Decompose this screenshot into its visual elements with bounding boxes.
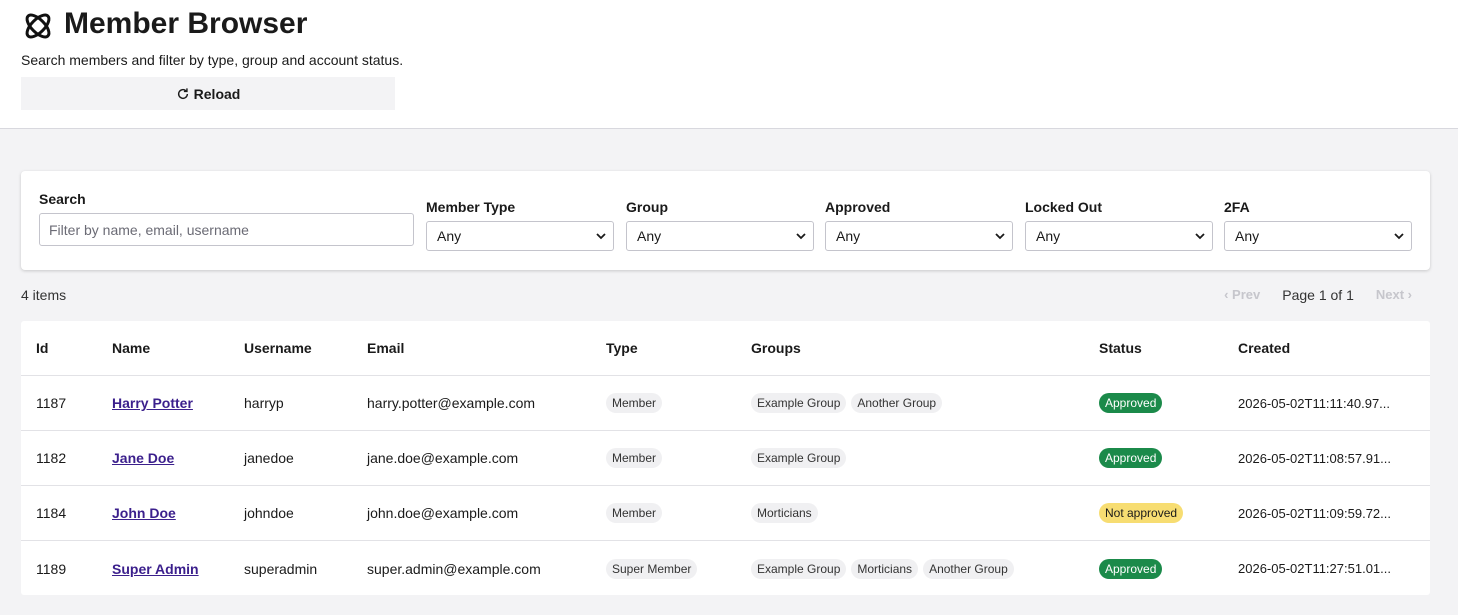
page-header: Member Browser Search members and filter… (0, 0, 1458, 129)
twofa-value: Any (1235, 228, 1260, 244)
column-header: Type (606, 340, 638, 356)
filter-panel: Search Member Type Any Group Any Approve… (21, 171, 1430, 270)
members-table: Id Name Username Email Type Groups Statu… (21, 321, 1430, 595)
member-type-label: Member Type (426, 199, 516, 215)
status-badge: Approved (1099, 448, 1163, 468)
approved-value: Any (836, 228, 861, 244)
reload-button[interactable]: Reload (21, 77, 395, 110)
status-badge: Approved (1099, 393, 1163, 413)
group-select[interactable]: Any (626, 221, 814, 251)
reload-label: Reload (193, 85, 241, 102)
approved-label: Approved (825, 199, 891, 215)
page-indicator: Page 1 of 1 (1282, 287, 1354, 303)
table-row: 1187 Harry Potter harryp harry.potter@ex… (21, 376, 1430, 431)
member-name-link[interactable]: John Doe (112, 505, 176, 521)
column-header: Username (244, 340, 312, 356)
atom-logo-icon (25, 13, 51, 39)
member-name-link[interactable]: Super Admin (112, 561, 199, 577)
member-id: 1184 (36, 505, 67, 521)
member-created: 2026-05-02T11:11:40.97... (1238, 395, 1391, 411)
member-username: johndoe (244, 505, 294, 521)
group-tag: Another Group (923, 558, 1014, 579)
column-header: Email (367, 340, 405, 356)
chevron-down-icon (1195, 233, 1205, 240)
chevron-down-icon (995, 233, 1005, 240)
status-badge: Approved (1099, 558, 1163, 579)
member-type-select[interactable]: Any (426, 221, 614, 251)
member-type-value: Any (437, 228, 462, 244)
column-header: Id (36, 340, 49, 356)
column-header: Name (112, 340, 151, 356)
group-value: Any (637, 228, 662, 244)
chevron-down-icon (596, 233, 606, 240)
chevron-down-icon (796, 233, 806, 240)
member-email: super.admin@example.com (367, 560, 541, 577)
group-tag: Morticians (851, 558, 919, 579)
type-tag: Super Member (606, 558, 698, 579)
member-email: harry.potter@example.com (367, 395, 536, 411)
column-header: Status (1099, 340, 1142, 356)
group-tag: Example Group (751, 393, 847, 413)
member-created: 2026-05-02T11:09:59.72... (1238, 505, 1391, 521)
member-created: 2026-05-02T11:27:51.01... (1238, 561, 1391, 576)
status-badge: Not approved (1099, 503, 1184, 523)
group-tag: Example Group (751, 558, 847, 579)
member-email: john.doe@example.com (367, 505, 519, 521)
results-count: 4 items (21, 287, 67, 303)
search-label: Search (39, 191, 86, 207)
member-name-link[interactable]: Harry Potter (112, 395, 193, 411)
locked-out-select[interactable]: Any (1025, 221, 1213, 251)
member-created: 2026-05-02T11:08:57.91... (1238, 450, 1391, 466)
column-header: Created (1238, 340, 1291, 356)
member-id: 1187 (36, 395, 67, 411)
search-input[interactable] (39, 213, 414, 246)
group-tag: Another Group (851, 393, 943, 413)
type-tag: Member (606, 448, 663, 468)
table-row: 1182 Jane Doe janedoe jane.doe@example.c… (21, 431, 1430, 486)
type-tag: Member (606, 503, 663, 523)
group-tag: Example Group (751, 448, 847, 468)
page-title: Member Browser (64, 7, 308, 40)
member-username: janedoe (244, 450, 294, 466)
member-name-link[interactable]: Jane Doe (112, 450, 174, 466)
member-id: 1189 (36, 560, 67, 577)
group-tag: Morticians (751, 503, 818, 523)
member-id: 1182 (36, 450, 67, 466)
locked-out-value: Any (1036, 228, 1061, 244)
type-tag: Member (606, 393, 663, 413)
column-header: Groups (751, 340, 801, 356)
locked-out-label: Locked Out (1025, 199, 1103, 215)
next-page-button[interactable]: Next › (1376, 286, 1412, 304)
refresh-icon (177, 87, 188, 99)
pagination: ‹ Prev Page 1 of 1 Next › (1224, 286, 1412, 304)
member-username: superadmin (244, 560, 318, 577)
table-row: 1184 John Doe johndoe john.doe@example.c… (21, 486, 1430, 541)
group-label: Group (626, 199, 668, 215)
page-subtitle: Search members and filter by type, group… (21, 52, 404, 68)
twofa-label: 2FA (1224, 199, 1250, 215)
prev-page-button[interactable]: ‹ Prev (1224, 286, 1260, 304)
twofa-select[interactable]: Any (1224, 221, 1412, 251)
chevron-down-icon (1394, 233, 1404, 240)
member-email: jane.doe@example.com (367, 450, 519, 466)
table-row: 1189 Super Admin superadmin super.admin@… (21, 541, 1430, 596)
table-header-row: Id Name Username Email Type Groups Statu… (21, 321, 1430, 376)
member-username: harryp (244, 395, 284, 411)
approved-select[interactable]: Any (825, 221, 1013, 251)
